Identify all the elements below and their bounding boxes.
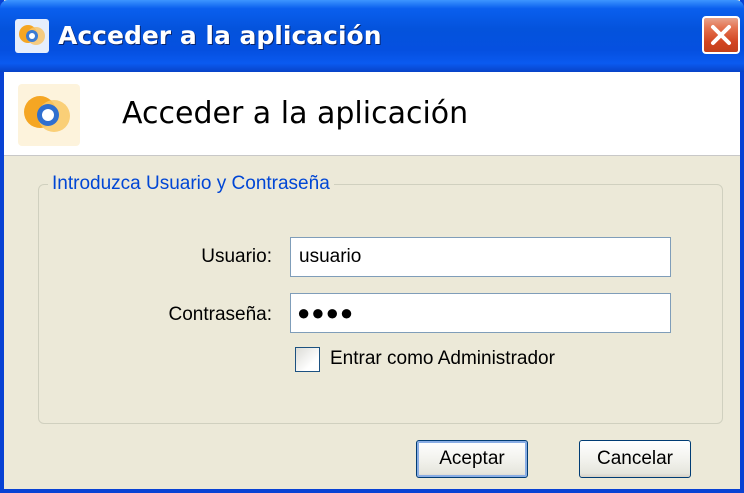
password-field[interactable]: ●●●● — [290, 293, 671, 333]
title-bar[interactable]: Acceder a la aplicación — [0, 0, 744, 72]
window-title: Acceder a la aplicación — [58, 21, 382, 50]
password-label: Contraseña: — [168, 304, 272, 325]
close-button[interactable] — [702, 16, 740, 54]
header-title: Acceder a la aplicación — [122, 96, 469, 131]
admin-checkbox-label[interactable]: Entrar como Administrador — [330, 347, 555, 371]
username-field[interactable]: usuario — [290, 237, 671, 277]
admin-checkbox[interactable] — [295, 347, 320, 372]
cancel-button[interactable]: Cancelar — [579, 440, 691, 478]
accept-button[interactable]: Aceptar — [416, 440, 528, 478]
app-logo-icon — [15, 19, 49, 53]
dialog-header: Acceder a la aplicación — [4, 72, 740, 156]
username-label: Usuario: — [201, 246, 272, 267]
app-logo-icon — [18, 84, 80, 146]
close-icon — [711, 25, 731, 45]
group-title: Introduzca Usuario y Contraseña — [48, 172, 334, 196]
